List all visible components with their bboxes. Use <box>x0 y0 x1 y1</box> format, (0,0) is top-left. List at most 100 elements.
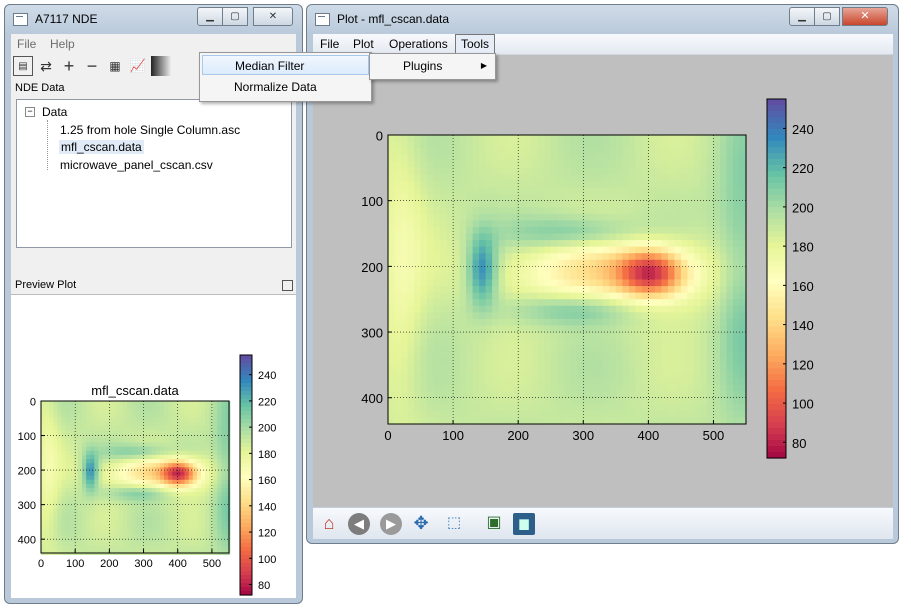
heatmap-cell <box>114 504 120 510</box>
heatmap-cell <box>622 404 630 412</box>
heatmap-cell <box>106 471 112 477</box>
heatmap-cell <box>583 200 591 208</box>
heatmap-cell <box>139 450 145 456</box>
heatmap-cell <box>609 272 617 281</box>
minimize-button[interactable]: ▁ <box>197 7 223 26</box>
add-icon[interactable]: + <box>59 56 79 76</box>
heatmap-cell <box>77 425 83 431</box>
heatmap-cell <box>563 148 571 156</box>
heatmap-cell <box>518 305 526 313</box>
heatmap-cell <box>713 259 721 267</box>
heatmap-cell <box>196 413 202 419</box>
heatmap-cell <box>732 226 741 235</box>
info-icon[interactable]: ▤ <box>13 56 33 76</box>
heatmap-cell <box>407 207 415 215</box>
plot-menu-file[interactable]: File <box>320 37 339 51</box>
heatmap-cell <box>628 384 636 392</box>
nde-data-tree[interactable]: − Data 1.25 from hole Single Column.asc … <box>16 99 292 248</box>
heatmap-cell <box>654 148 662 156</box>
back-arrow-icon[interactable]: ◀ <box>348 513 370 535</box>
main-window-titlebar[interactable]: A7117 NDE ▁ ▢ ✕ <box>5 5 302 33</box>
pan-icon[interactable]: ✥ <box>410 513 432 535</box>
heatmap-cell <box>570 391 578 399</box>
heatmap-cell <box>570 213 578 221</box>
close-button[interactable]: ✕ <box>253 7 293 26</box>
plot-window-titlebar[interactable]: Plot - mfl_cscan.data ▁ ▢ ✕ <box>307 5 898 33</box>
heatmap-cell <box>213 417 218 423</box>
heatmap-cell <box>159 425 165 431</box>
colorbar-segment <box>240 487 252 492</box>
heatmap-cell <box>641 332 649 340</box>
heatmap-cell <box>433 305 441 313</box>
heatmap-cell <box>433 259 441 267</box>
heatmap-cell <box>719 318 728 327</box>
menu-help[interactable]: Help <box>50 37 75 51</box>
heatmap-cell <box>472 345 480 353</box>
x-tick-label: 100 <box>66 558 84 570</box>
forward-arrow-icon[interactable]: ▶ <box>380 513 402 535</box>
plot-menu-operations[interactable]: Operations <box>389 37 448 51</box>
heatmap-cell <box>622 220 630 228</box>
heatmap-cell <box>667 292 675 300</box>
heatmap-cell <box>563 404 571 412</box>
normalize-data-menu-item[interactable]: Normalize Data <box>202 77 369 97</box>
heatmap-cell <box>57 483 63 489</box>
heatmap-cell <box>628 135 636 143</box>
panel-float-icon[interactable] <box>282 280 293 291</box>
save-icon[interactable]: ▆ <box>513 513 535 535</box>
tree-item[interactable]: microwave_panel_cscan.csv <box>60 158 213 172</box>
median-filter-menu-item[interactable]: Median Filter <box>202 55 369 75</box>
heatmap-cell <box>583 135 591 143</box>
heatmap-cell <box>65 517 71 522</box>
heatmap-cell <box>106 521 112 526</box>
heatmap-cell <box>394 305 402 313</box>
refresh-icon[interactable]: ⇄ <box>36 56 56 76</box>
subplots-icon[interactable]: ▣ <box>483 513 505 535</box>
heatmap-cell <box>69 413 75 419</box>
heatmap-cell <box>221 463 227 468</box>
heatmap-cell <box>485 351 493 359</box>
heatmap-cell <box>661 345 669 353</box>
heatmap-cell <box>414 187 422 195</box>
heatmap-cell <box>570 397 578 405</box>
plugins-menu-item[interactable]: Plugins ▶ <box>372 56 493 76</box>
heatmap-cell <box>221 512 227 518</box>
heatmap-cell <box>589 141 597 149</box>
tree-item[interactable]: 1.25 from hole Single Column.asc <box>60 123 240 137</box>
heatmap-cell <box>537 272 545 281</box>
heatmap-cell <box>635 391 643 399</box>
chart-icon[interactable]: 📈 <box>128 56 148 76</box>
heatmap-cell <box>648 167 656 176</box>
plot-maximize-button[interactable]: ▢ <box>814 7 840 26</box>
maximize-button[interactable]: ▢ <box>222 7 248 26</box>
heatmap-cell <box>427 272 435 281</box>
remove-icon[interactable]: − <box>82 56 102 76</box>
heatmap-cell <box>687 148 695 156</box>
zoom-icon[interactable]: ⬚ <box>443 513 465 535</box>
heatmap-cell <box>719 279 728 287</box>
heatmap-cell <box>635 154 643 162</box>
tree-item-selected[interactable]: mfl_cscan.data <box>59 140 144 154</box>
heatmap-cell <box>531 174 539 182</box>
heatmap-cell <box>635 378 643 386</box>
tree-collapse-icon[interactable]: − <box>25 107 35 117</box>
heatmap-cell <box>661 292 669 300</box>
image-icon[interactable] <box>151 56 171 76</box>
table-icon[interactable]: ▦ <box>105 56 125 76</box>
heatmap-cell <box>118 541 124 547</box>
heatmap-cell <box>221 425 227 431</box>
plot-menu-plot[interactable]: Plot <box>353 37 374 51</box>
tree-root-item[interactable]: Data <box>42 105 67 119</box>
home-icon[interactable]: ⌂ <box>318 513 340 535</box>
plot-menu-tools[interactable]: Tools <box>455 34 496 54</box>
heatmap-cell <box>159 512 165 518</box>
plot-close-button[interactable]: ✕ <box>842 7 888 26</box>
menu-file[interactable]: File <box>17 37 36 51</box>
heatmap-cell <box>53 434 59 439</box>
heatmap-cell <box>615 213 623 221</box>
heatmap-cell <box>213 533 218 539</box>
heatmap-cell <box>225 454 231 460</box>
plot-minimize-button[interactable]: ▁ <box>789 7 815 26</box>
heatmap-cell <box>61 525 67 531</box>
heatmap-cell <box>654 305 662 313</box>
